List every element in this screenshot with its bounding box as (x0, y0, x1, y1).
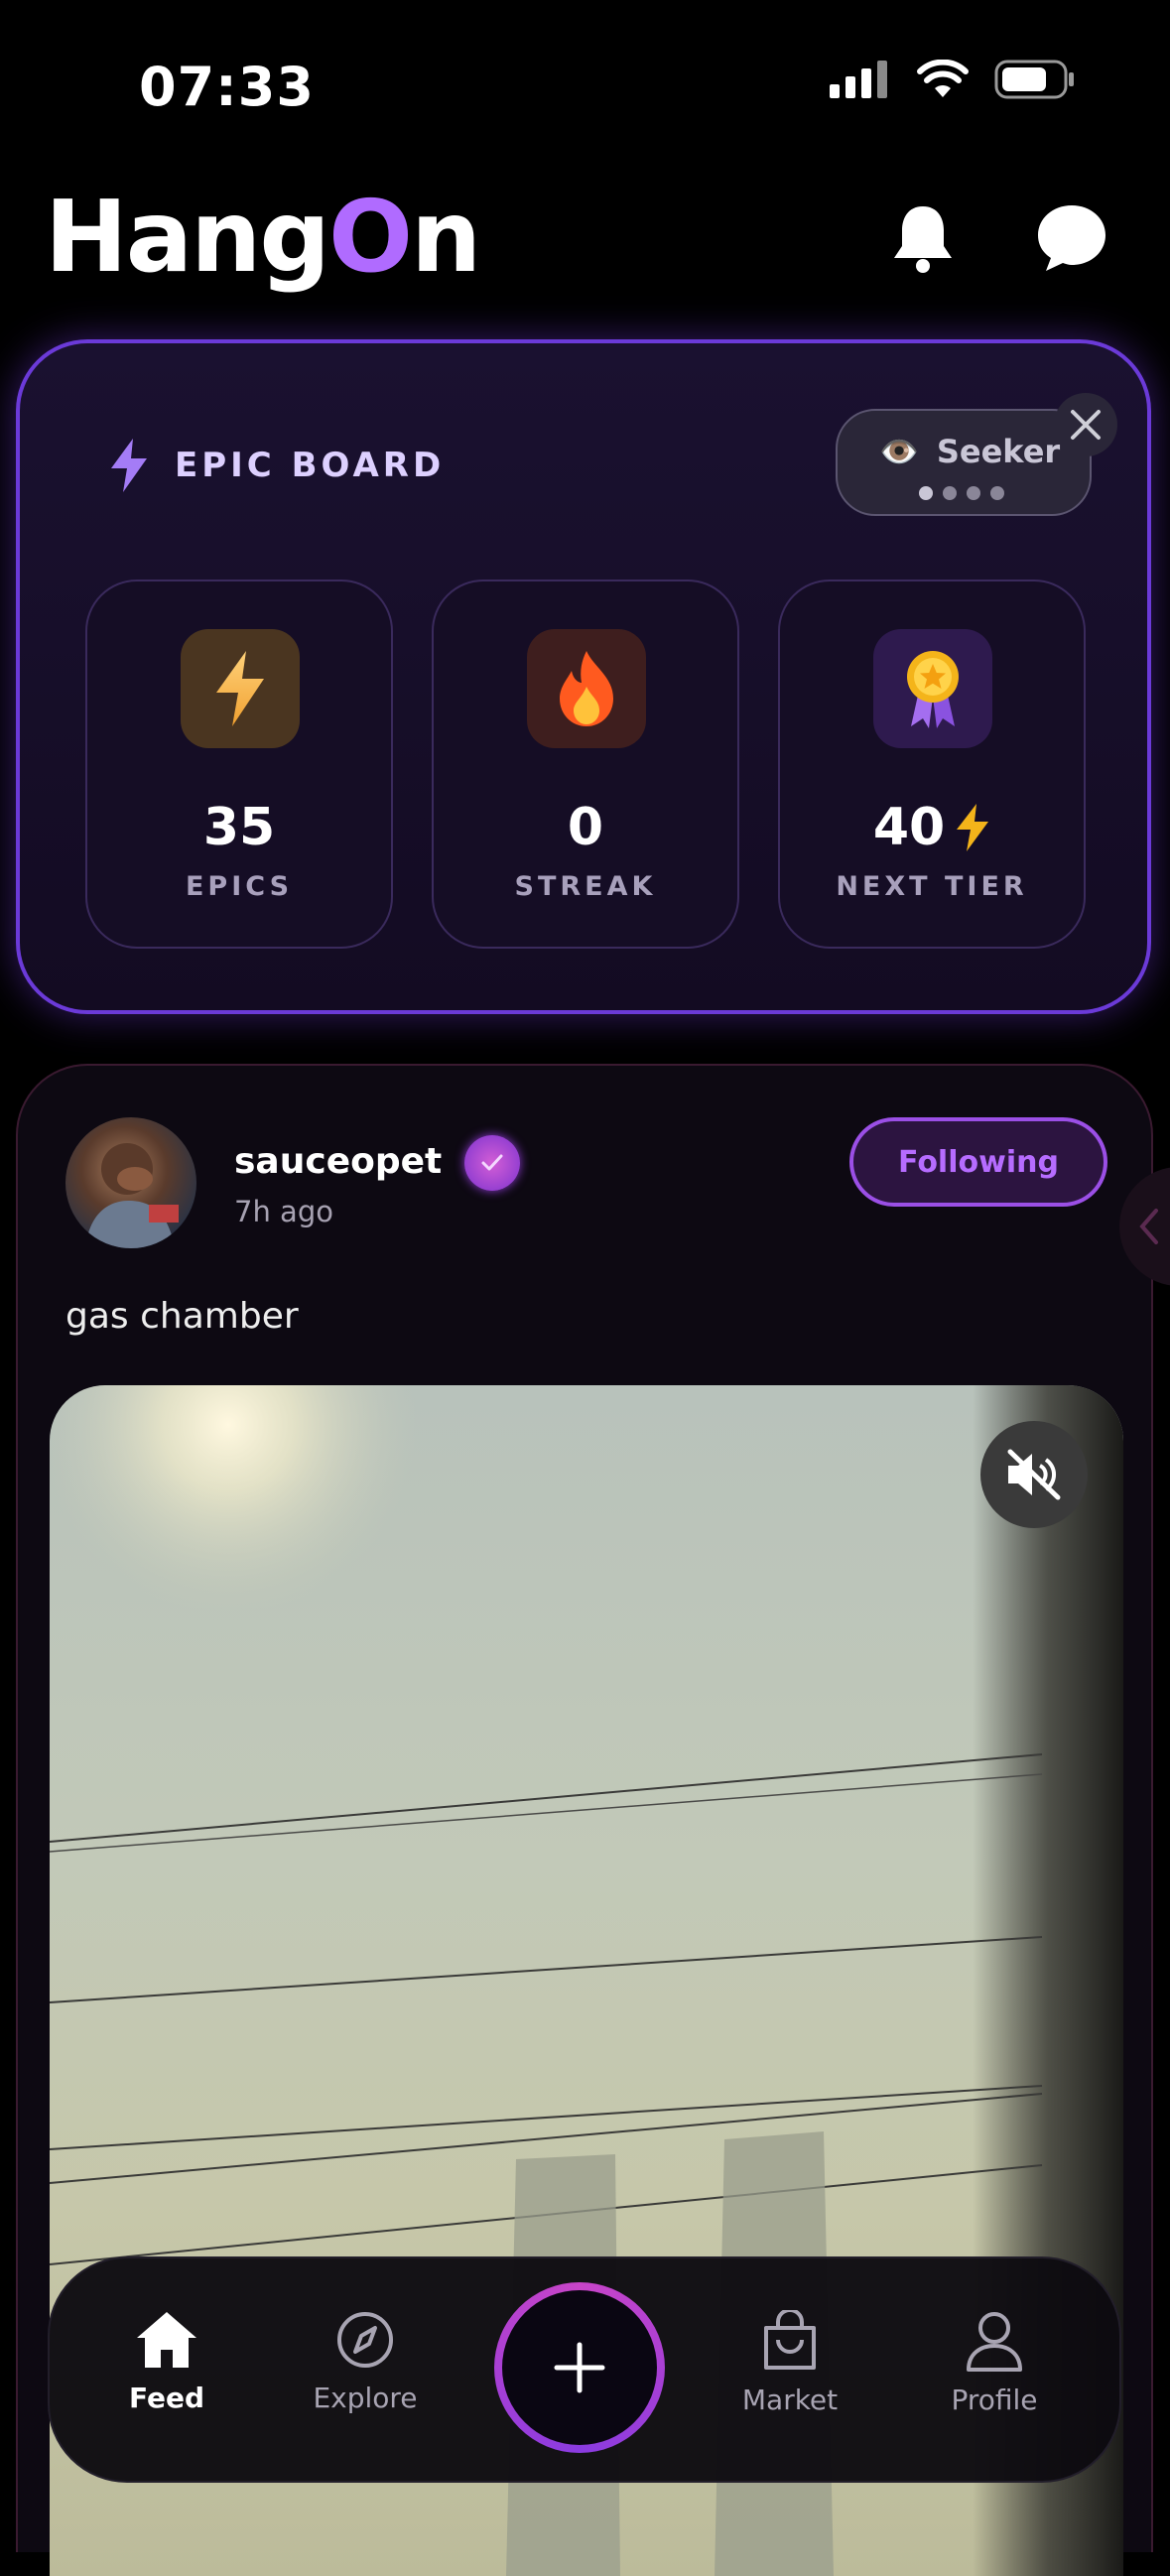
battery-icon (994, 60, 1074, 99)
home-icon (137, 2312, 196, 2368)
stat-caption: NEXT TIER (836, 871, 1028, 902)
lightning-icon (957, 804, 989, 851)
bell-icon (894, 206, 952, 273)
stat-value: 0 (567, 798, 604, 857)
stat-value: 40 (872, 798, 946, 857)
nav-label: Profile (951, 2383, 1038, 2416)
close-icon (1071, 410, 1101, 440)
messages-button[interactable] (1032, 198, 1111, 278)
following-button[interactable]: Following (849, 1117, 1107, 1207)
wifi-icon (917, 60, 969, 97)
nav-explore[interactable]: Explore (276, 2310, 455, 2414)
bottom-nav: Feed Explore Market Profile (48, 2256, 1121, 2483)
stat-next-tier: 40 NEXT TIER (778, 580, 1086, 949)
lightning-icon (111, 439, 147, 492)
plus-icon (554, 2342, 605, 2393)
eye-icon: 👁️ (879, 433, 919, 470)
status-time: 07:33 (139, 56, 315, 118)
speaker-muted-icon (1007, 1449, 1061, 1500)
flame-icon (527, 629, 646, 748)
post-username[interactable]: sauceopet (234, 1141, 442, 1182)
create-post-button[interactable] (494, 2282, 665, 2453)
lightning-icon (181, 629, 300, 748)
compass-icon (337, 2312, 393, 2368)
nav-label: Explore (313, 2382, 418, 2414)
nav-profile[interactable]: Profile (905, 2310, 1084, 2416)
close-button[interactable] (1054, 393, 1117, 456)
verified-badge-icon (464, 1135, 520, 1191)
notifications-button[interactable] (883, 198, 963, 278)
post-caption: gas chamber (65, 1296, 299, 1337)
status-icons (830, 60, 1076, 99)
stat-epics: 35 EPICS (85, 580, 393, 949)
mute-button[interactable] (980, 1421, 1088, 1528)
epic-board-title: EPIC BOARD (175, 446, 446, 485)
stat-streak: 0 STREAK (432, 580, 739, 949)
epic-board-card: EPIC BOARD 👁️ Seeker 35 EPICS 0 STREAK 4… (16, 339, 1151, 1014)
nav-label: Feed (128, 2382, 204, 2414)
tier-label: Seeker (936, 433, 1061, 470)
shopping-bag-icon (764, 2308, 816, 2370)
medal-icon (873, 629, 992, 748)
chat-bubble-icon (1038, 205, 1105, 271)
person-icon (967, 2312, 1022, 2372)
post-timestamp: 7h ago (234, 1195, 333, 1228)
side-panel-handle[interactable] (1119, 1167, 1170, 1286)
stat-value: 35 (202, 798, 276, 857)
nav-feed[interactable]: Feed (77, 2310, 256, 2414)
signal-icon (830, 61, 887, 98)
stat-caption: EPICS (185, 871, 294, 902)
nav-market[interactable]: Market (701, 2308, 879, 2416)
stat-caption: STREAK (514, 871, 657, 902)
epic-board-header: EPIC BOARD (109, 439, 445, 492)
chevron-left-icon (1139, 1209, 1158, 1244)
tier-progress-dots (919, 486, 1004, 500)
nav-label: Market (741, 2383, 839, 2416)
avatar[interactable] (65, 1117, 196, 1248)
app-logo: HangOn (45, 179, 481, 295)
